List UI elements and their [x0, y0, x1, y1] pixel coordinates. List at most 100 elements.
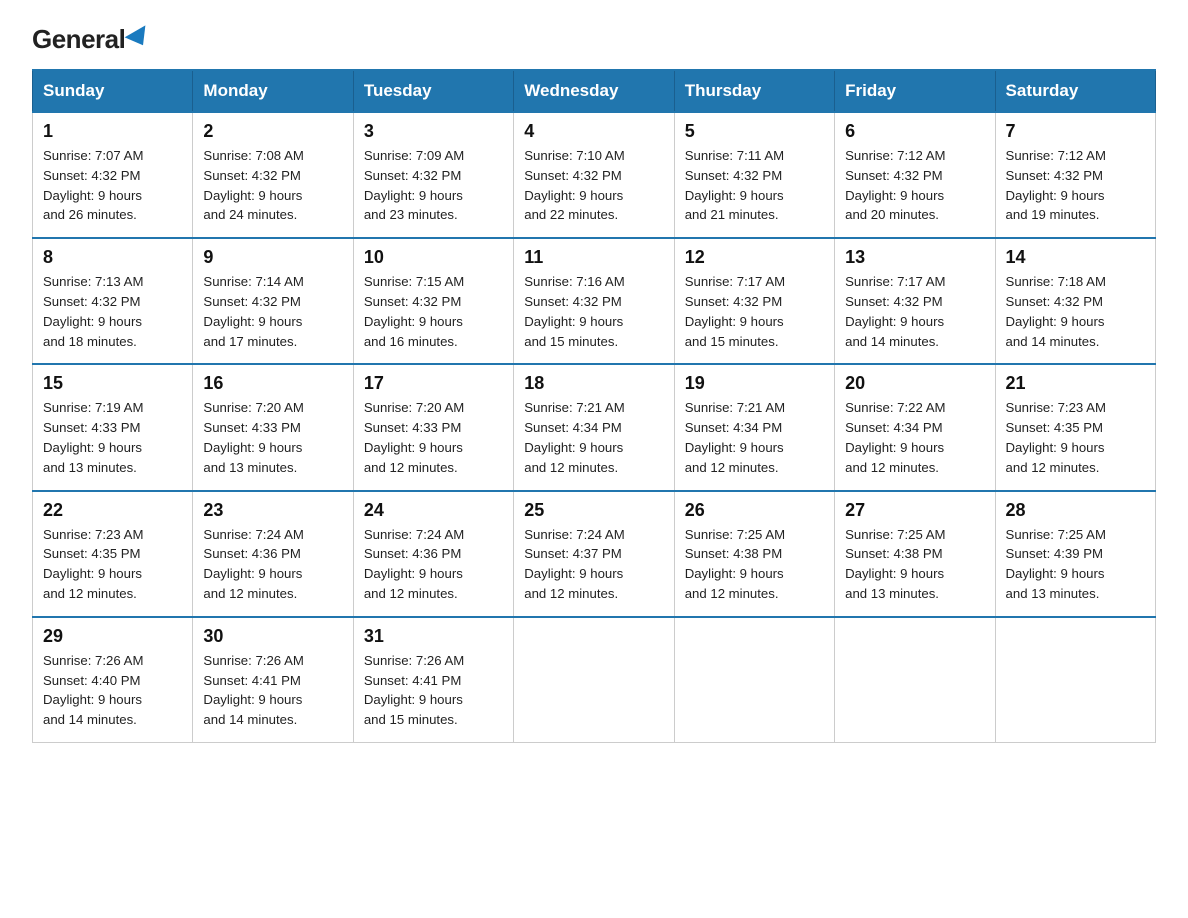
day-info: Sunrise: 7:24 AM Sunset: 4:36 PM Dayligh…	[364, 525, 503, 604]
table-row: 7 Sunrise: 7:12 AM Sunset: 4:32 PM Dayli…	[995, 112, 1155, 238]
page-header: General	[32, 24, 1156, 51]
day-number: 4	[524, 121, 663, 142]
day-info: Sunrise: 7:26 AM Sunset: 4:41 PM Dayligh…	[203, 651, 342, 730]
calendar-table: Sunday Monday Tuesday Wednesday Thursday…	[32, 69, 1156, 743]
day-number: 23	[203, 500, 342, 521]
day-info: Sunrise: 7:14 AM Sunset: 4:32 PM Dayligh…	[203, 272, 342, 351]
day-number: 6	[845, 121, 984, 142]
day-info: Sunrise: 7:25 AM Sunset: 4:39 PM Dayligh…	[1006, 525, 1145, 604]
day-info: Sunrise: 7:25 AM Sunset: 4:38 PM Dayligh…	[685, 525, 824, 604]
day-number: 11	[524, 247, 663, 268]
calendar-week-row: 29 Sunrise: 7:26 AM Sunset: 4:40 PM Dayl…	[33, 617, 1156, 743]
col-wednesday: Wednesday	[514, 70, 674, 112]
col-monday: Monday	[193, 70, 353, 112]
day-number: 27	[845, 500, 984, 521]
day-info: Sunrise: 7:08 AM Sunset: 4:32 PM Dayligh…	[203, 146, 342, 225]
day-info: Sunrise: 7:16 AM Sunset: 4:32 PM Dayligh…	[524, 272, 663, 351]
table-row	[674, 617, 834, 743]
table-row: 2 Sunrise: 7:08 AM Sunset: 4:32 PM Dayli…	[193, 112, 353, 238]
day-info: Sunrise: 7:17 AM Sunset: 4:32 PM Dayligh…	[685, 272, 824, 351]
calendar-week-row: 8 Sunrise: 7:13 AM Sunset: 4:32 PM Dayli…	[33, 238, 1156, 364]
table-row: 3 Sunrise: 7:09 AM Sunset: 4:32 PM Dayli…	[353, 112, 513, 238]
table-row: 9 Sunrise: 7:14 AM Sunset: 4:32 PM Dayli…	[193, 238, 353, 364]
day-info: Sunrise: 7:21 AM Sunset: 4:34 PM Dayligh…	[685, 398, 824, 477]
day-info: Sunrise: 7:12 AM Sunset: 4:32 PM Dayligh…	[845, 146, 984, 225]
day-number: 18	[524, 373, 663, 394]
day-number: 16	[203, 373, 342, 394]
table-row	[514, 617, 674, 743]
logo-general: General	[32, 24, 125, 55]
day-info: Sunrise: 7:22 AM Sunset: 4:34 PM Dayligh…	[845, 398, 984, 477]
day-number: 21	[1006, 373, 1145, 394]
col-thursday: Thursday	[674, 70, 834, 112]
day-number: 20	[845, 373, 984, 394]
col-saturday: Saturday	[995, 70, 1155, 112]
day-info: Sunrise: 7:26 AM Sunset: 4:41 PM Dayligh…	[364, 651, 503, 730]
table-row: 29 Sunrise: 7:26 AM Sunset: 4:40 PM Dayl…	[33, 617, 193, 743]
table-row	[835, 617, 995, 743]
day-number: 8	[43, 247, 182, 268]
table-row: 19 Sunrise: 7:21 AM Sunset: 4:34 PM Dayl…	[674, 364, 834, 490]
table-row: 28 Sunrise: 7:25 AM Sunset: 4:39 PM Dayl…	[995, 491, 1155, 617]
day-info: Sunrise: 7:10 AM Sunset: 4:32 PM Dayligh…	[524, 146, 663, 225]
table-row: 8 Sunrise: 7:13 AM Sunset: 4:32 PM Dayli…	[33, 238, 193, 364]
day-number: 30	[203, 626, 342, 647]
day-number: 2	[203, 121, 342, 142]
col-sunday: Sunday	[33, 70, 193, 112]
table-row: 4 Sunrise: 7:10 AM Sunset: 4:32 PM Dayli…	[514, 112, 674, 238]
table-row: 1 Sunrise: 7:07 AM Sunset: 4:32 PM Dayli…	[33, 112, 193, 238]
col-tuesday: Tuesday	[353, 70, 513, 112]
col-friday: Friday	[835, 70, 995, 112]
day-info: Sunrise: 7:12 AM Sunset: 4:32 PM Dayligh…	[1006, 146, 1145, 225]
day-info: Sunrise: 7:24 AM Sunset: 4:37 PM Dayligh…	[524, 525, 663, 604]
day-number: 22	[43, 500, 182, 521]
day-number: 1	[43, 121, 182, 142]
day-info: Sunrise: 7:24 AM Sunset: 4:36 PM Dayligh…	[203, 525, 342, 604]
day-number: 12	[685, 247, 824, 268]
day-info: Sunrise: 7:13 AM Sunset: 4:32 PM Dayligh…	[43, 272, 182, 351]
table-row: 11 Sunrise: 7:16 AM Sunset: 4:32 PM Dayl…	[514, 238, 674, 364]
logo: General	[32, 24, 152, 51]
table-row: 5 Sunrise: 7:11 AM Sunset: 4:32 PM Dayli…	[674, 112, 834, 238]
table-row: 30 Sunrise: 7:26 AM Sunset: 4:41 PM Dayl…	[193, 617, 353, 743]
day-info: Sunrise: 7:23 AM Sunset: 4:35 PM Dayligh…	[1006, 398, 1145, 477]
day-number: 17	[364, 373, 503, 394]
day-number: 10	[364, 247, 503, 268]
table-row: 21 Sunrise: 7:23 AM Sunset: 4:35 PM Dayl…	[995, 364, 1155, 490]
table-row: 18 Sunrise: 7:21 AM Sunset: 4:34 PM Dayl…	[514, 364, 674, 490]
day-info: Sunrise: 7:18 AM Sunset: 4:32 PM Dayligh…	[1006, 272, 1145, 351]
table-row: 27 Sunrise: 7:25 AM Sunset: 4:38 PM Dayl…	[835, 491, 995, 617]
table-row: 22 Sunrise: 7:23 AM Sunset: 4:35 PM Dayl…	[33, 491, 193, 617]
day-number: 29	[43, 626, 182, 647]
day-number: 5	[685, 121, 824, 142]
table-row: 24 Sunrise: 7:24 AM Sunset: 4:36 PM Dayl…	[353, 491, 513, 617]
table-row: 31 Sunrise: 7:26 AM Sunset: 4:41 PM Dayl…	[353, 617, 513, 743]
day-info: Sunrise: 7:25 AM Sunset: 4:38 PM Dayligh…	[845, 525, 984, 604]
table-row: 15 Sunrise: 7:19 AM Sunset: 4:33 PM Dayl…	[33, 364, 193, 490]
day-number: 9	[203, 247, 342, 268]
table-row: 23 Sunrise: 7:24 AM Sunset: 4:36 PM Dayl…	[193, 491, 353, 617]
table-row	[995, 617, 1155, 743]
day-number: 15	[43, 373, 182, 394]
day-info: Sunrise: 7:21 AM Sunset: 4:34 PM Dayligh…	[524, 398, 663, 477]
day-number: 31	[364, 626, 503, 647]
day-number: 19	[685, 373, 824, 394]
table-row: 13 Sunrise: 7:17 AM Sunset: 4:32 PM Dayl…	[835, 238, 995, 364]
day-info: Sunrise: 7:20 AM Sunset: 4:33 PM Dayligh…	[364, 398, 503, 477]
day-number: 7	[1006, 121, 1145, 142]
table-row: 26 Sunrise: 7:25 AM Sunset: 4:38 PM Dayl…	[674, 491, 834, 617]
table-row: 25 Sunrise: 7:24 AM Sunset: 4:37 PM Dayl…	[514, 491, 674, 617]
day-info: Sunrise: 7:09 AM Sunset: 4:32 PM Dayligh…	[364, 146, 503, 225]
day-number: 24	[364, 500, 503, 521]
table-row: 6 Sunrise: 7:12 AM Sunset: 4:32 PM Dayli…	[835, 112, 995, 238]
table-row: 20 Sunrise: 7:22 AM Sunset: 4:34 PM Dayl…	[835, 364, 995, 490]
day-number: 28	[1006, 500, 1145, 521]
day-number: 14	[1006, 247, 1145, 268]
calendar-week-row: 22 Sunrise: 7:23 AM Sunset: 4:35 PM Dayl…	[33, 491, 1156, 617]
day-number: 25	[524, 500, 663, 521]
day-info: Sunrise: 7:11 AM Sunset: 4:32 PM Dayligh…	[685, 146, 824, 225]
table-row: 14 Sunrise: 7:18 AM Sunset: 4:32 PM Dayl…	[995, 238, 1155, 364]
calendar-header-row: Sunday Monday Tuesday Wednesday Thursday…	[33, 70, 1156, 112]
day-info: Sunrise: 7:20 AM Sunset: 4:33 PM Dayligh…	[203, 398, 342, 477]
logo-arrow-icon	[125, 25, 154, 51]
